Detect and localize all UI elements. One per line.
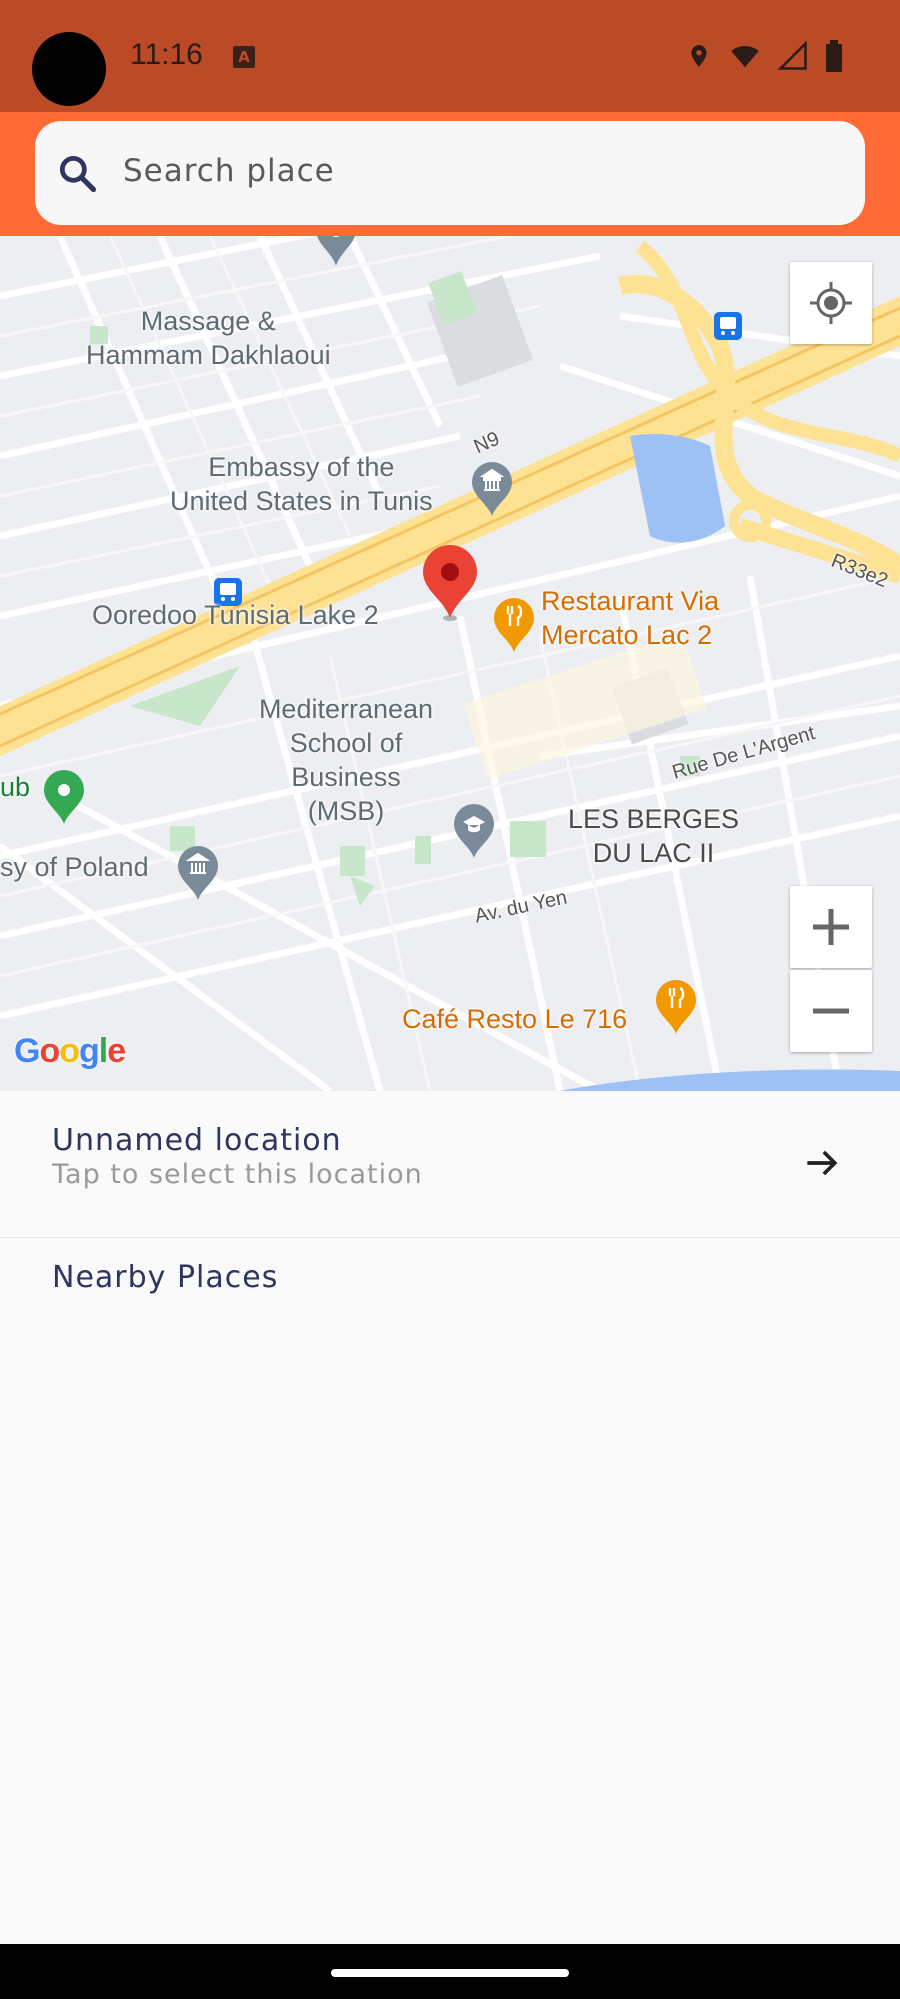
map-label-ooredoo: Ooredoo Tunisia Lake 2 (92, 600, 379, 630)
my-location-button[interactable] (790, 262, 872, 344)
battery-icon (826, 40, 842, 72)
map-label-cafe: Café Resto Le 716 (402, 1004, 628, 1034)
wifi-icon (731, 46, 759, 68)
select-location-row[interactable]: Unnamed location Tap to select this loca… (0, 1091, 900, 1238)
arrow-right-icon[interactable] (800, 1141, 844, 1185)
status-bar: 11:16 A (0, 0, 900, 112)
map-label-restaurant: Restaurant Via Mercato Lac 2 (541, 586, 720, 650)
zoom-out-icon (813, 1008, 849, 1014)
cell-signal-icon (778, 41, 807, 70)
status-time: 11:16 (130, 38, 203, 71)
google-logo: Google (14, 1032, 126, 1070)
map-label-us-embassy: Embassy of the United States in Tunis (170, 452, 433, 516)
location-subtitle: Tap to select this location (52, 1159, 423, 1190)
camera-cutout (32, 32, 106, 106)
map-label-partial-ub: ub (0, 772, 31, 802)
location-icon (691, 45, 707, 67)
search-input[interactable]: Search place (35, 121, 865, 225)
nearby-places-heading: Nearby Places (52, 1260, 279, 1295)
zoom-out-button[interactable] (790, 970, 872, 1052)
notification-icon: A (233, 46, 255, 68)
my-location-icon (810, 282, 852, 324)
bus-stop-icon (714, 312, 742, 340)
map-view[interactable]: Massage & Hammam Dakhlaoui Embassy of th… (0, 236, 900, 1091)
status-icons (686, 40, 844, 72)
map-label-poland-embassy: sy of Poland (0, 852, 149, 882)
search-placeholder: Search place (123, 153, 335, 189)
zoom-in-icon (813, 909, 849, 945)
home-gesture-handle[interactable] (331, 1969, 569, 1977)
map-label-berges-du-lac: LES BERGES DU LAC II (568, 804, 740, 868)
search-icon (59, 155, 97, 193)
location-title: Unnamed location (52, 1123, 342, 1158)
map-label-msb: Mediterranean School of Business (MSB) (258, 694, 434, 826)
map-label-massage: Massage & Hammam Dakhlaoui (86, 306, 331, 370)
zoom-in-button[interactable] (790, 886, 872, 968)
